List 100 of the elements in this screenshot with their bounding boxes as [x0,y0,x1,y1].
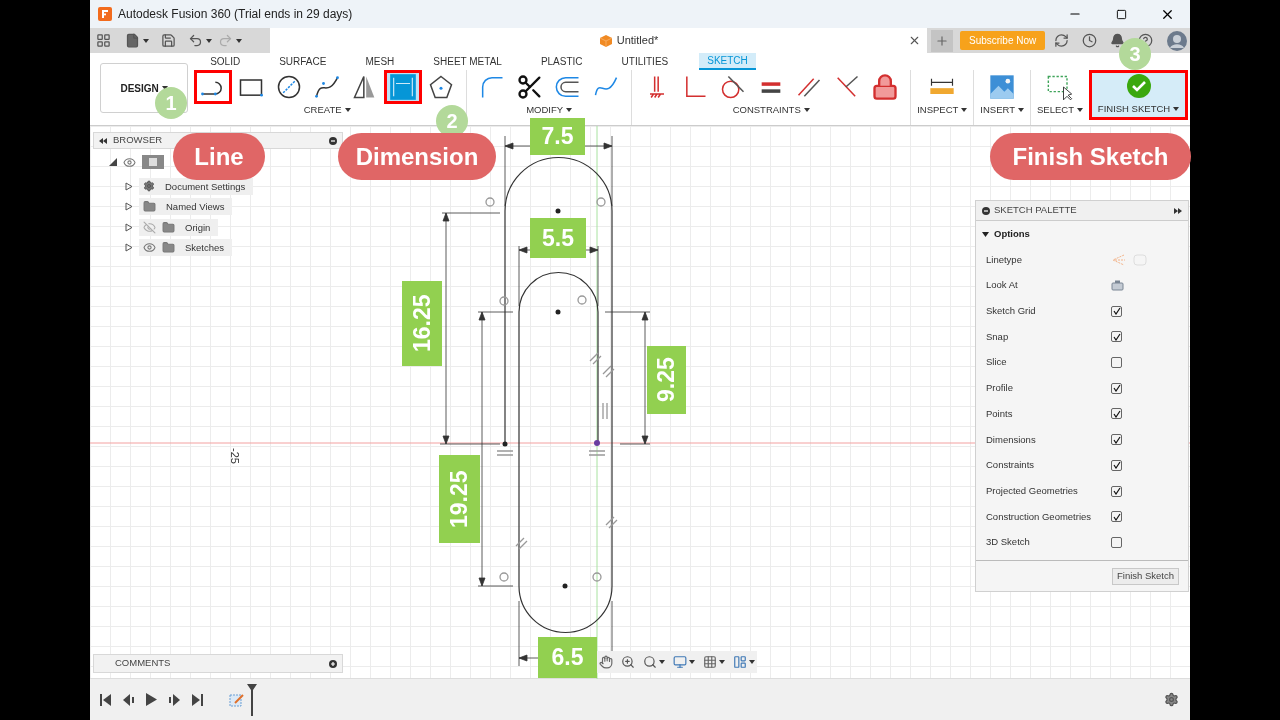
dimension-label: 7.5 [530,118,585,155]
checkbox[interactable] [1111,305,1122,317]
tool-group-menu-button[interactable]: INSERT [980,104,1025,115]
tool-group-menu-button[interactable]: SELECT [1037,104,1083,115]
file-menu-button[interactable] [125,33,149,48]
caret-icon [1077,107,1083,112]
bell-icon[interactable] [1110,33,1126,48]
window-title: Autodesk Fusion 360 (Trial ends in 29 days) [118,6,353,23]
panel-title: SKETCH PALETTE [994,203,1077,218]
caret-icon [749,660,755,664]
skip-to-start-icon[interactable] [100,693,111,706]
avatar-icon[interactable] [1167,30,1188,51]
checkbox[interactable] [1111,485,1122,497]
add-comment-icon[interactable] [329,659,337,668]
pan-icon[interactable] [599,655,613,669]
viewports-icon[interactable] [733,655,747,669]
maximize-icon [1115,8,1127,20]
minimize-panel-icon[interactable] [982,206,990,215]
dimension-label: 16.25 [402,281,442,366]
option-label: Projected Geometries [986,483,1079,498]
expand-triangle-icon[interactable] [125,222,133,232]
step-back-icon[interactable] [123,693,134,706]
tool-group-menu-button[interactable]: INSPECT [917,104,968,115]
ribbon-tab[interactable]: SURFACE [271,53,335,70]
option-label: 3D Sketch [986,535,1031,550]
option-label: Slice [986,355,1008,370]
dimension-icon [389,73,418,101]
option-label: Points [986,406,1014,421]
grid-icon[interactable] [703,655,717,669]
timeline-marker-icon[interactable] [247,683,257,716]
settings-icon[interactable] [1164,692,1179,707]
section-toggle-icon[interactable] [982,230,989,238]
caret-icon [719,660,725,664]
checkbox[interactable] [1111,357,1122,369]
ribbon-tab[interactable]: UTILITIES [613,53,677,70]
checkbox[interactable] [1111,408,1122,420]
caret-icon [689,660,695,664]
app-logo-icon [98,7,112,21]
ribbon-tab[interactable]: PLASTIC [532,53,591,70]
display-icon[interactable] [673,655,687,669]
caret-icon [1018,107,1025,112]
eye-icon[interactable] [143,241,156,254]
clock-icon[interactable] [1082,33,1098,48]
option-label: Profile [986,381,1014,396]
option-label: Linetype [986,252,1023,267]
caret-icon [236,38,242,43]
tool-group-menu-button[interactable]: MODIFY [526,104,573,115]
eye-icon[interactable] [123,155,136,169]
tool-group-menu-button[interactable]: CONSTRAINTS [732,104,810,115]
sync-icon[interactable] [1054,33,1070,48]
checkbox[interactable] [1111,459,1122,471]
document-title: Untitled* [616,33,659,49]
save-icon[interactable] [161,33,176,48]
zoom-window-icon[interactable] [643,655,657,669]
component-chip[interactable] [142,155,164,169]
redo-button[interactable] [218,33,242,48]
option-label: Constraints [986,458,1036,473]
play-icon[interactable] [146,693,157,706]
close-icon[interactable] [908,34,921,47]
checkbox[interactable] [1111,382,1122,394]
apps-grid-icon[interactable] [96,33,111,48]
option-label: Sketch Grid [986,304,1037,319]
expand-panel-icon[interactable] [1174,207,1182,214]
checkbox[interactable] [1111,434,1122,446]
caret-icon [1173,107,1180,111]
expand-triangle-icon[interactable] [125,202,133,211]
expand-triangle-icon[interactable] [125,181,133,191]
callout-label: Dimension [338,133,496,180]
minimize-panel-icon[interactable] [329,136,337,145]
axis-label: -25 [227,448,242,464]
option-label: Snap [986,329,1010,344]
expand-triangle-icon[interactable] [125,243,133,252]
cube-icon [599,34,612,47]
section-title[interactable]: Options [994,226,1030,242]
skip-to-end-icon[interactable] [192,693,203,706]
component-icon [148,157,158,167]
undo-button[interactable] [188,33,212,48]
ribbon-tab[interactable]: SHEET METAL [425,53,510,70]
collapse-triangle-icon[interactable] [109,158,117,166]
checkbox[interactable] [1111,331,1122,343]
image-icon [988,73,1017,101]
lock-icon [871,73,900,101]
finish-sketch-button[interactable]: FINISH SKETCH [1089,70,1188,120]
tool-group-menu-button[interactable]: CREATE [303,104,351,115]
collapse-panel-icon[interactable] [99,137,107,144]
look-at-icon[interactable] [1111,280,1124,292]
gear-icon [143,180,155,192]
ribbon-tab[interactable]: SOLID [202,53,249,70]
dimension-label: 9.25 [647,346,686,414]
zoom-icon[interactable] [621,655,635,669]
document-tab[interactable]: Untitled* [270,28,927,53]
callout-label: Line [173,133,265,180]
finish-sketch-button[interactable]: Finish Sketch [1111,567,1179,585]
caret-icon [143,38,149,43]
plus-icon [935,33,949,48]
step-forward-icon[interactable] [169,693,180,706]
checkbox[interactable] [1111,511,1122,523]
panel-title: COMMENTS [115,656,171,671]
checkbox[interactable] [1111,536,1122,548]
ribbon-tab[interactable]: MESH [357,53,403,70]
